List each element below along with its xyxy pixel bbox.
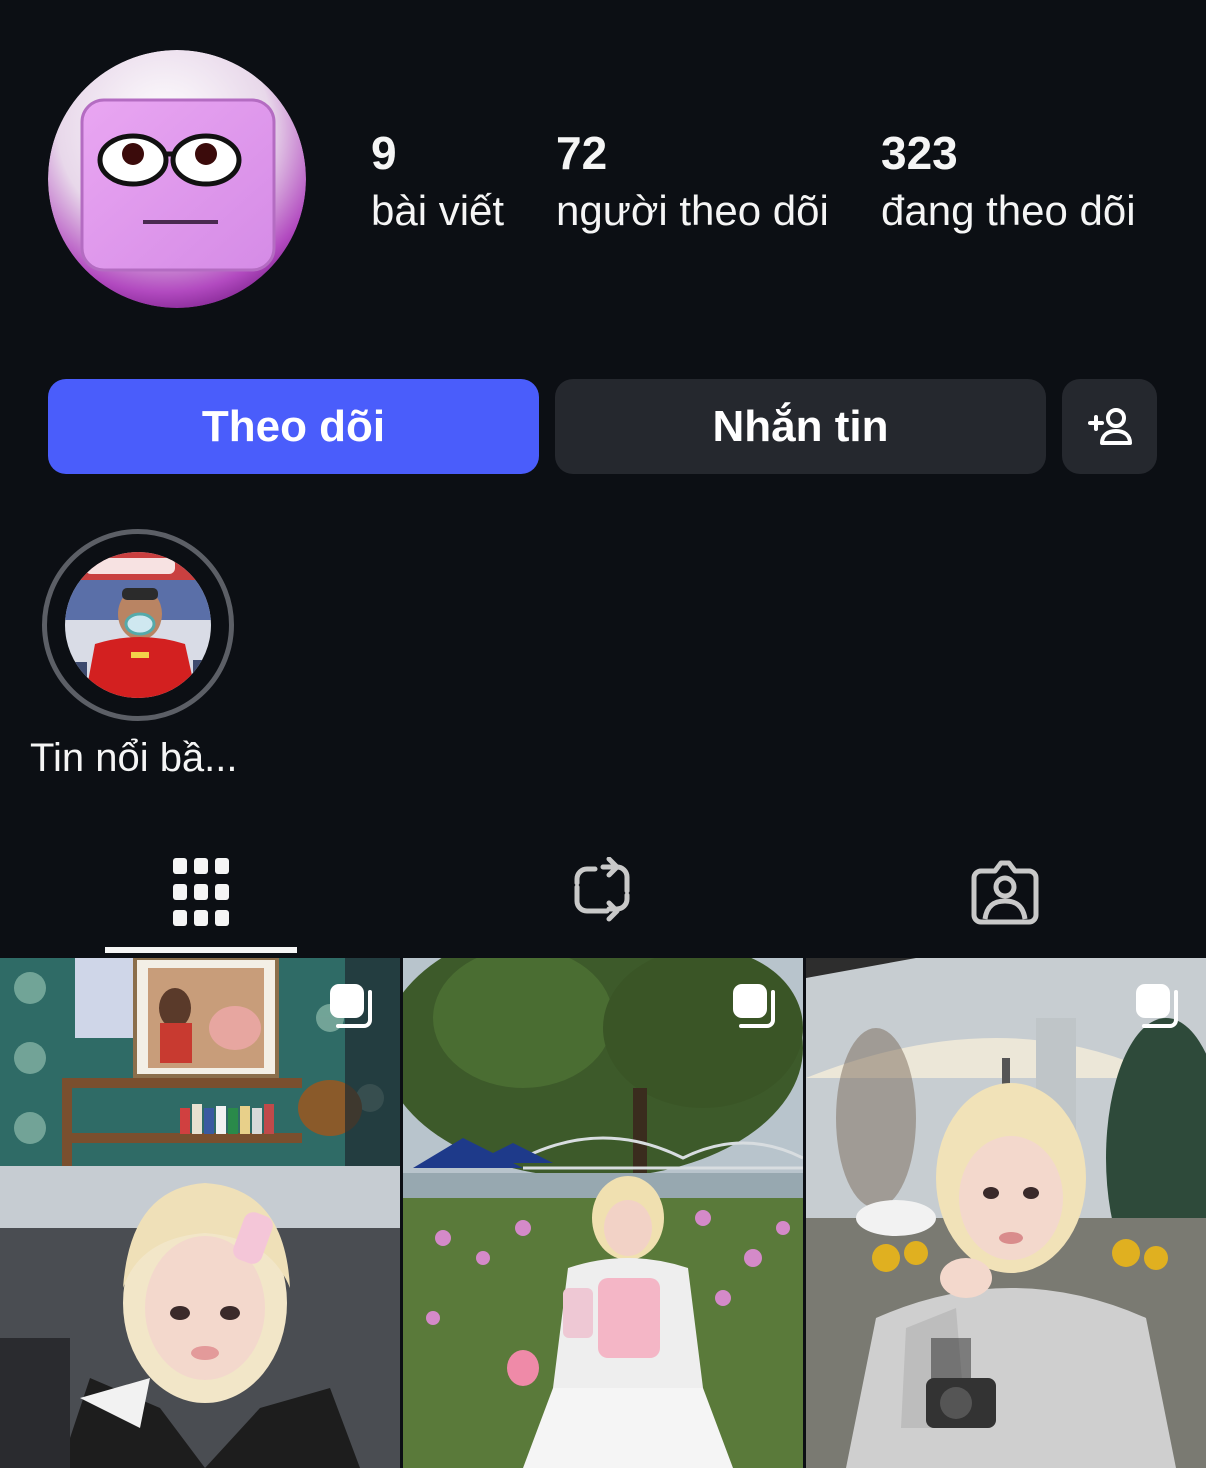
followers-label: người theo dõi xyxy=(556,187,829,234)
tab-reposts[interactable] xyxy=(563,852,643,932)
following-label: đang theo dõi xyxy=(881,187,1136,234)
stat-followers[interactable]: 72 người theo dõi xyxy=(556,126,829,238)
highlight-cover-image xyxy=(65,552,211,698)
stat-posts[interactable]: 9 bài viết xyxy=(371,126,504,238)
followers-count: 72 xyxy=(556,127,608,179)
post-thumbnail[interactable] xyxy=(0,958,400,1468)
suggest-users-button[interactable] xyxy=(1062,379,1157,474)
follow-button[interactable]: Theo dõi xyxy=(48,379,539,474)
post-thumbnail[interactable] xyxy=(403,958,803,1468)
active-tab-indicator xyxy=(105,947,297,953)
highlight-label: Tin nổi bầ... xyxy=(30,736,238,780)
carousel-icon xyxy=(1136,984,1178,1028)
carousel-icon xyxy=(330,984,372,1028)
post-thumbnail[interactable] xyxy=(806,958,1206,1468)
tab-posts[interactable] xyxy=(161,852,241,932)
repost-icon xyxy=(574,857,630,922)
stat-following[interactable]: 323 đang theo dõi xyxy=(881,126,1136,238)
profile-avatar[interactable] xyxy=(48,50,306,308)
posts-count: 9 xyxy=(371,127,397,179)
highlight-item[interactable] xyxy=(42,529,234,721)
add-user-icon xyxy=(1087,407,1132,445)
grid-icon xyxy=(173,858,229,926)
posts-label: bài viết xyxy=(371,187,505,234)
tagged-icon xyxy=(971,860,1039,925)
message-button[interactable]: Nhắn tin xyxy=(555,379,1046,474)
profile-page: 9 bài viết 72 người theo dõi 323 đang th… xyxy=(0,0,1206,1468)
carousel-icon xyxy=(733,984,775,1028)
following-count: 323 xyxy=(881,127,958,179)
tab-tagged[interactable] xyxy=(965,852,1045,932)
